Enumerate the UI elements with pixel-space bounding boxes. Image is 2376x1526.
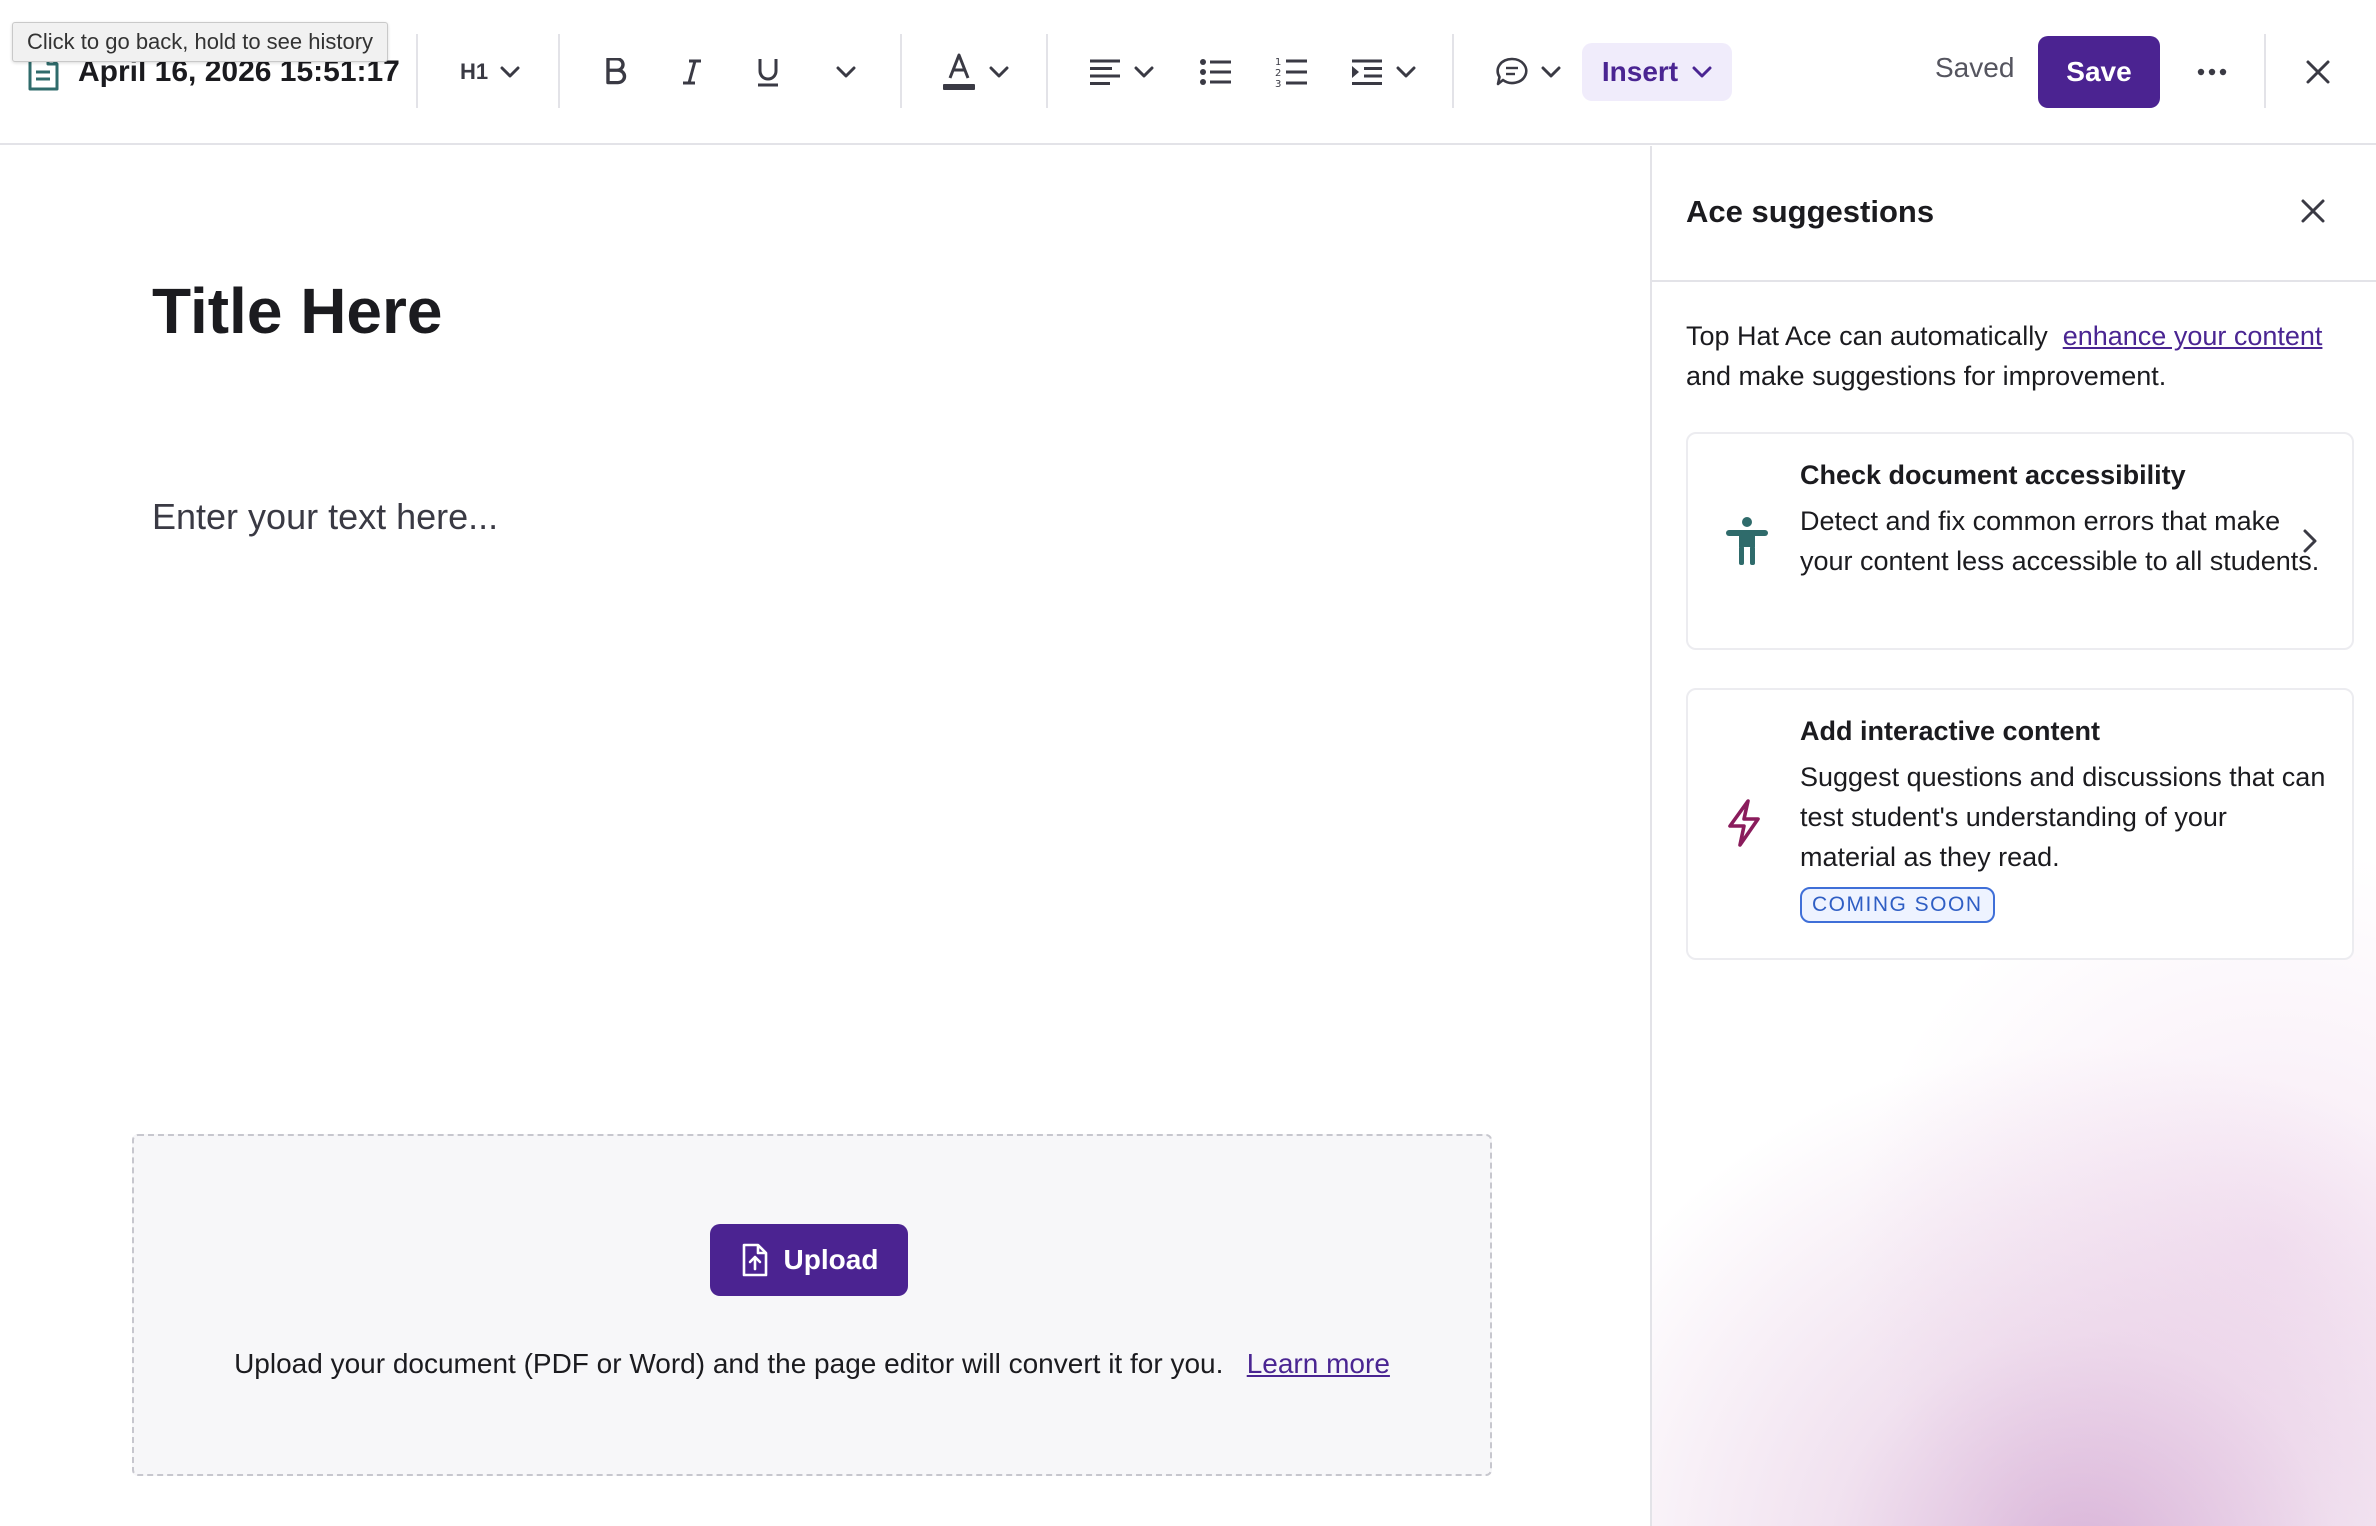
ace-suggestions-panel: Ace suggestions Top Hat Ace can automati… (1650, 146, 2376, 1526)
toolbar-divider (558, 34, 560, 108)
intro-prefix: Top Hat Ace can automatically (1686, 321, 2048, 351)
heading-selector-label: H1 (459, 59, 489, 84)
toolbar-divider (2264, 34, 2266, 108)
editor-toolbar: April 16, 2026 15:51:17 Click to go back… (0, 0, 2376, 145)
chevron-down-icon (500, 66, 520, 78)
insert-dropdown[interactable]: Insert (1582, 43, 1732, 101)
chevron-down-icon (1541, 66, 1561, 78)
close-panel-button[interactable] (2298, 196, 2328, 226)
toolbar-divider (416, 34, 418, 108)
coming-soon-badge: COMING SOON (1800, 887, 1995, 923)
chevron-down-icon (1692, 66, 1712, 78)
svg-text:3: 3 (1275, 79, 1281, 89)
numbered-list-icon: 1 2 3 (1275, 57, 1307, 89)
text-color-icon (943, 53, 975, 90)
accessibility-card[interactable]: Check document accessibility Detect and … (1686, 432, 2354, 650)
align-left-icon (1090, 59, 1120, 85)
comment-dropdown[interactable] (1492, 42, 1564, 102)
save-button[interactable]: Save (2038, 36, 2160, 108)
italic-icon (683, 59, 701, 85)
toolbar-divider (900, 34, 902, 108)
italic-button[interactable] (670, 42, 714, 102)
page-title[interactable]: Title Here (152, 274, 443, 348)
svg-text:2: 2 (1275, 68, 1281, 79)
close-editor-button[interactable] (2298, 42, 2338, 102)
more-formatting-dropdown[interactable] (826, 42, 866, 102)
underline-button[interactable] (746, 42, 790, 102)
comment-icon (1496, 57, 1528, 86)
card-title: Check document accessibility (1800, 460, 2186, 490)
close-icon (2306, 60, 2330, 84)
numbered-list-button[interactable]: 1 2 3 (1272, 42, 1312, 102)
accessibility-icon (1726, 517, 1768, 565)
card-description: Detect and fix common errors that make y… (1800, 506, 2320, 576)
bold-button[interactable] (594, 42, 638, 102)
toolbar-divider (1452, 34, 1454, 108)
chevron-right-icon (2303, 529, 2317, 553)
interactive-content-card[interactable]: Add interactive content Suggest question… (1686, 688, 2354, 960)
save-status: Saved (1935, 52, 2015, 83)
upload-description: Upload your document (PDF or Word) and t… (134, 1348, 1490, 1380)
upload-description-text: Upload your document (PDF or Word) and t… (234, 1348, 1224, 1379)
upload-button[interactable]: Upload (710, 1224, 908, 1296)
toolbar-divider (1046, 34, 1048, 108)
editor-canvas[interactable]: Title Here Enter your text here... Uploa… (0, 146, 1650, 1526)
card-body: Add interactive content Suggest question… (1800, 716, 2330, 923)
alignment-dropdown[interactable] (1084, 42, 1158, 102)
card-body: Check document accessibility Detect and … (1800, 460, 2330, 581)
intro-suffix: and make suggestions for improvement. (1686, 361, 2167, 391)
svg-text:1: 1 (1275, 57, 1281, 68)
upload-dropzone[interactable]: Upload Upload your document (PDF or Word… (132, 1134, 1492, 1476)
file-upload-icon (742, 1243, 767, 1277)
back-history-tooltip: Click to go back, hold to see history (12, 22, 389, 62)
chevron-down-icon (989, 66, 1009, 78)
lightning-icon (1728, 799, 1760, 847)
upload-button-label: Upload (783, 1244, 879, 1275)
learn-more-link[interactable]: Learn more (1247, 1348, 1390, 1379)
enhance-content-link[interactable]: enhance your content (2063, 321, 2323, 351)
bulleted-list-button[interactable] (1196, 42, 1236, 102)
panel-title: Ace suggestions (1686, 194, 1935, 229)
body-text-placeholder[interactable]: Enter your text here... (152, 496, 498, 538)
indent-dropdown[interactable] (1346, 42, 1420, 102)
chevron-down-icon (1396, 66, 1416, 78)
heading-selector[interactable]: H1 (452, 42, 528, 102)
indent-icon (1352, 59, 1382, 85)
card-title: Add interactive content (1800, 716, 2101, 746)
panel-intro: Top Hat Ace can automatically enhance yo… (1686, 316, 2346, 396)
chevron-down-icon (1134, 66, 1154, 78)
text-color-picker[interactable] (938, 42, 1012, 102)
insert-label: Insert (1601, 56, 1679, 87)
chevron-down-icon (836, 66, 856, 78)
underline-icon (758, 59, 778, 87)
bulleted-list-icon (1200, 59, 1231, 85)
more-options-button[interactable] (2190, 42, 2234, 102)
panel-header: Ace suggestions (1652, 146, 2376, 282)
more-horizontal-icon (2197, 68, 2227, 76)
bold-icon (606, 58, 627, 85)
card-description: Suggest questions and discussions that c… (1800, 762, 2326, 872)
